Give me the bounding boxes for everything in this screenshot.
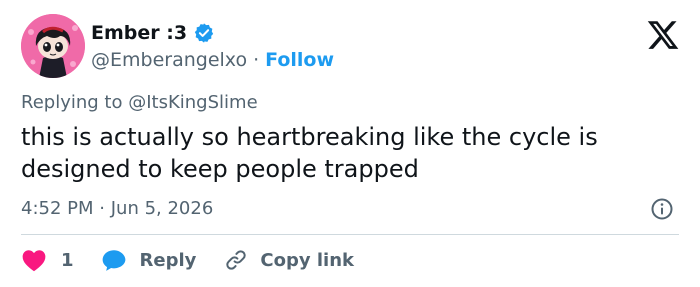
- author-display-name[interactable]: Ember :3: [91, 22, 187, 44]
- follow-button[interactable]: Follow: [265, 49, 334, 71]
- author-handle-row: @Emberangelxo · Follow: [91, 47, 334, 73]
- verified-badge-icon: [193, 22, 215, 44]
- replying-to-mention[interactable]: @ItsKingSlime: [128, 92, 257, 113]
- author-name-row: Ember :3: [91, 20, 215, 46]
- tweet-time: 4:52 PM: [21, 198, 94, 219]
- copy-link-label: Copy link: [260, 249, 354, 271]
- heart-icon: [21, 248, 47, 272]
- divider: [21, 234, 679, 235]
- reply-button[interactable]: Reply: [101, 248, 197, 272]
- like-button[interactable]: 1: [21, 248, 74, 272]
- reply-bubble-icon: [101, 248, 127, 272]
- info-icon[interactable]: [650, 197, 674, 221]
- tweet-card: Ember :3 @Emberangelxo · Follow Replying…: [0, 0, 700, 287]
- author-handle[interactable]: @Emberangelxo: [91, 49, 247, 71]
- action-bar: 1 Reply Copy link: [21, 246, 354, 274]
- replying-to-prefix: Replying to: [21, 92, 123, 113]
- avatar-illustration: [21, 14, 85, 78]
- handle-separator: ·: [253, 49, 260, 71]
- tweet-timestamp[interactable]: 4:52 PM · Jun 5, 2026: [21, 198, 213, 219]
- reply-label: Reply: [139, 249, 197, 271]
- x-logo-icon[interactable]: [646, 18, 680, 52]
- avatar[interactable]: [21, 14, 85, 78]
- copy-link-button[interactable]: Copy link: [224, 248, 354, 272]
- like-count: 1: [61, 249, 74, 271]
- timestamp-separator: ·: [99, 198, 105, 219]
- tweet-text: this is actually so heartbreaking like t…: [21, 123, 598, 183]
- tweet-date: Jun 5, 2026: [110, 198, 214, 219]
- replying-to: Replying to @ItsKingSlime: [21, 92, 258, 113]
- link-icon: [224, 248, 248, 272]
